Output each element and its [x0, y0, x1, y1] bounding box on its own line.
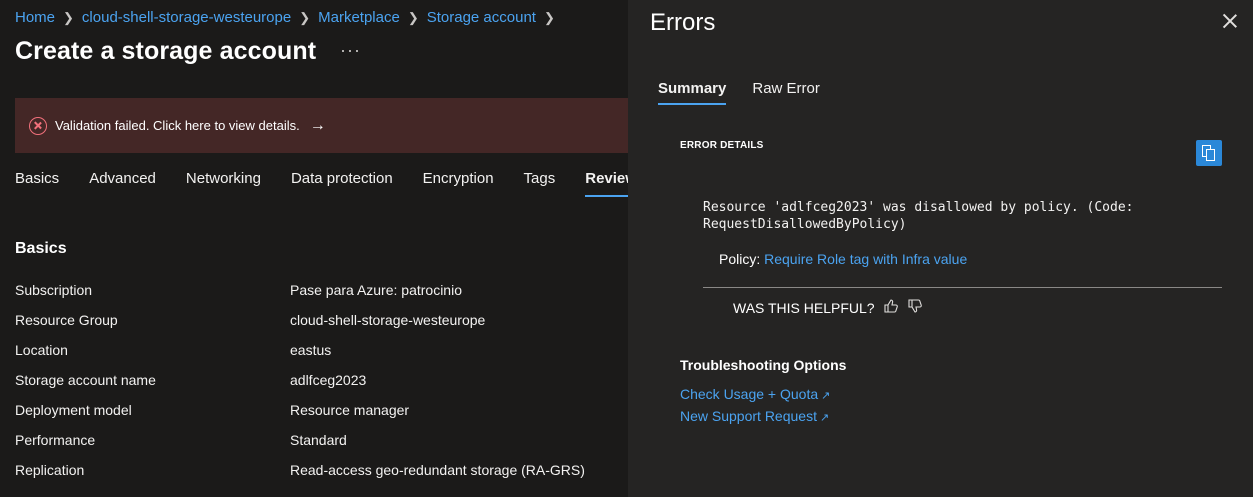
summary-row: Deployment model Resource manager: [15, 402, 628, 432]
thumbs-up-icon[interactable]: [883, 298, 899, 317]
close-icon[interactable]: [1221, 12, 1239, 30]
row-value: Read-access geo-redundant storage (RA-GR…: [290, 462, 585, 478]
new-support-request-link[interactable]: New Support Request ↗: [680, 408, 829, 424]
row-key: Storage account name: [15, 372, 156, 388]
arrow-right-icon: →: [309, 116, 326, 134]
row-key: Performance: [15, 432, 96, 448]
page-title: Create a storage account: [15, 37, 317, 65]
panel-title: Errors: [650, 9, 716, 36]
tab-basics[interactable]: Basics: [15, 170, 59, 197]
helpful-label: WAS THIS HELPFUL?: [733, 299, 875, 316]
summary-row: Resource Group cloud-shell-storage-westeu…: [15, 312, 628, 342]
policy-label: Policy:: [719, 251, 761, 267]
summary-row: Storage account name adlfceg2023: [15, 372, 628, 402]
row-key: Subscription: [15, 282, 93, 298]
row-key: Deployment model: [15, 402, 132, 418]
row-key: Replication: [15, 462, 85, 478]
row-value: adlfceg2023: [290, 372, 367, 388]
summary-row: Subscription Pase para Azure: patrocinio: [15, 282, 628, 312]
policy-line: Policy: Require Role tag with Infra valu…: [719, 251, 967, 267]
chevron-right-icon: ❯: [407, 9, 419, 25]
error-circle-icon: [29, 116, 47, 135]
row-value: eastus: [290, 342, 332, 358]
tab-encryption[interactable]: Encryption: [423, 170, 494, 197]
breadcrumb-resource-group[interactable]: cloud-shell-storage-westeurope: [82, 9, 291, 26]
row-key: Resource Group: [15, 312, 118, 328]
chevron-right-icon: ❯: [543, 9, 555, 25]
copy-icon-front: [1206, 149, 1215, 161]
helpful-feedback: WAS THIS HELPFUL?: [733, 298, 923, 317]
row-value: cloud-shell-storage-westeurope: [290, 312, 486, 328]
row-key: Location: [15, 342, 68, 358]
panel-tabs: Summary Raw Error: [658, 80, 846, 105]
row-value: Resource manager: [290, 402, 410, 418]
section-title: Basics: [15, 240, 67, 257]
tab-tags[interactable]: Tags: [524, 170, 556, 197]
tab-raw-error[interactable]: Raw Error: [752, 80, 820, 105]
external-link-icon: ↗: [821, 390, 831, 402]
summary-row: Location eastus: [15, 342, 628, 372]
main-content: Home ❯ cloud-shell-storage-westeurope ❯ …: [0, 0, 628, 497]
troubleshooting-title: Troubleshooting Options: [680, 357, 847, 373]
errors-panel: Errors Summary Raw Error ERROR DETAILS R…: [628, 0, 1253, 497]
breadcrumb-marketplace[interactable]: Marketplace: [318, 9, 400, 26]
tab-networking[interactable]: Networking: [186, 170, 261, 197]
link-label: Check Usage + Quota: [680, 386, 819, 402]
wizard-tabs: Basics Advanced Networking Data protecti…: [15, 170, 628, 197]
banner-text: Validation failed. Click here to view de…: [55, 118, 300, 133]
external-link-icon: ↗: [819, 412, 830, 424]
breadcrumb-storage-account[interactable]: Storage account: [427, 9, 536, 26]
summary-row: Performance Standard: [15, 432, 628, 462]
policy-link[interactable]: Require Role tag with Infra value: [764, 251, 967, 267]
chevron-right-icon: ❯: [63, 9, 74, 25]
chevron-right-icon: ❯: [299, 9, 311, 25]
breadcrumb: Home ❯ cloud-shell-storage-westeurope ❯ …: [15, 9, 563, 26]
tab-summary[interactable]: Summary: [658, 80, 727, 105]
error-details-label: ERROR DETAILS: [680, 140, 764, 151]
error-message: Resource 'adlfceg2023' was disallowed by…: [703, 200, 1134, 232]
tab-advanced[interactable]: Advanced: [89, 170, 156, 197]
thumbs-down-icon[interactable]: [907, 298, 923, 317]
tab-review[interactable]: Review: [585, 170, 628, 197]
link-label: New Support Request: [680, 408, 817, 424]
tab-data-protection[interactable]: Data protection: [291, 170, 393, 197]
breadcrumb-home[interactable]: Home: [15, 9, 55, 26]
check-usage-quota-link[interactable]: Check Usage + Quota ↗: [680, 386, 830, 402]
copy-button[interactable]: [1196, 140, 1222, 166]
divider: [703, 287, 1222, 288]
summary-row: Replication Read-access geo-redundant sto…: [15, 462, 628, 492]
validation-failed-banner[interactable]: Validation failed. Click here to view de…: [15, 98, 628, 153]
row-value: Standard: [290, 432, 347, 448]
row-value: Pase para Azure: patrocinio: [290, 282, 462, 298]
more-options-icon[interactable]: ···: [340, 40, 361, 61]
summary-rows: Subscription Pase para Azure: patrocinio …: [15, 282, 628, 492]
